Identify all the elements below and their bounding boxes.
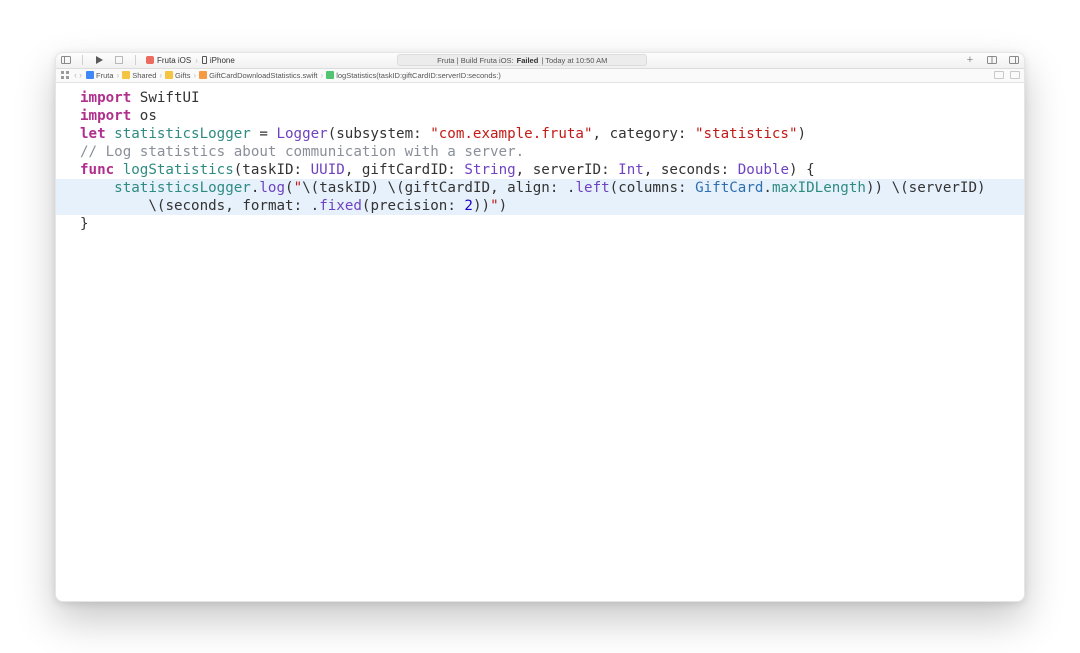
- status-prefix: Fruta | Build Fruta iOS:: [437, 56, 514, 65]
- sidebar-toggle-icon[interactable]: [60, 54, 72, 66]
- function-icon: [326, 71, 334, 79]
- library-icon[interactable]: [986, 54, 998, 66]
- code-line-highlighted: \(seconds, format: .fixed(precision: 2))…: [56, 197, 1024, 215]
- code-line: import SwiftUI: [80, 89, 1024, 107]
- chevron-right-icon: ›: [116, 71, 121, 80]
- crumb-file[interactable]: GiftCardDownloadStatistics.swift: [199, 71, 317, 80]
- chevron-right-icon: ›: [320, 71, 325, 80]
- crumb-folder-shared[interactable]: Shared: [122, 71, 156, 80]
- code-line: }: [80, 215, 1024, 233]
- chevron-right-icon: ›: [158, 71, 163, 80]
- breadcrumb[interactable]: Fruta › Shared › Gifts › GiftCardDownloa…: [86, 71, 501, 80]
- stop-button-icon[interactable]: [113, 54, 125, 66]
- add-icon[interactable]: +: [964, 54, 976, 66]
- run-button-icon[interactable]: [93, 54, 105, 66]
- chevron-right-icon: ›: [194, 56, 199, 65]
- app-icon: [146, 56, 154, 64]
- nav-forward-icon[interactable]: ›: [79, 71, 82, 80]
- inspector-toggle-icon[interactable]: [1008, 54, 1020, 66]
- crumb-symbol[interactable]: logStatistics(taskID:giftCardID:serverID…: [326, 71, 501, 80]
- code-line-highlighted: statisticsLogger.log("\(taskID) \(giftCa…: [56, 179, 1024, 197]
- editor-options-icon[interactable]: [1010, 71, 1020, 79]
- chevron-right-icon: ›: [192, 71, 197, 80]
- nav-arrows: ‹ ›: [74, 71, 82, 80]
- toolbar-separator: [135, 55, 136, 65]
- device-icon: [202, 56, 207, 64]
- code-editor[interactable]: import SwiftUI import os let statisticsL…: [56, 83, 1024, 601]
- nav-back-icon[interactable]: ‹: [74, 71, 77, 80]
- jump-bar-right: [994, 71, 1020, 79]
- code-line: import os: [80, 107, 1024, 125]
- crumb-project[interactable]: Fruta: [86, 71, 114, 80]
- toolbar: Fruta iOS › iPhone Fruta | Build Fruta i…: [56, 53, 1024, 69]
- swift-file-icon: [199, 71, 207, 79]
- toolbar-separator: [82, 55, 83, 65]
- folder-icon: [122, 71, 130, 79]
- scheme-name: Fruta iOS: [157, 56, 191, 65]
- status-time: | Today at 10:50 AM: [541, 56, 607, 65]
- xcode-window: Fruta iOS › iPhone Fruta | Build Fruta i…: [55, 52, 1025, 602]
- toolbar-right: +: [964, 54, 1020, 66]
- code-line: func logStatistics(taskID: UUID, giftCar…: [80, 161, 1024, 179]
- status-result: Failed: [517, 56, 539, 65]
- editor-mode-icon[interactable]: [994, 71, 1004, 79]
- activity-status[interactable]: Fruta | Build Fruta iOS: Failed | Today …: [397, 54, 647, 66]
- code-line: let statisticsLogger = Logger(subsystem:…: [80, 125, 1024, 143]
- crumb-folder-gifts[interactable]: Gifts: [165, 71, 190, 80]
- project-icon: [86, 71, 94, 79]
- device-name: iPhone: [210, 56, 235, 65]
- related-items-icon[interactable]: [60, 69, 70, 81]
- jump-bar: ‹ › Fruta › Shared › Gifts › GiftCardDow…: [56, 69, 1024, 83]
- folder-icon: [165, 71, 173, 79]
- scheme-selector[interactable]: Fruta iOS › iPhone: [146, 56, 235, 65]
- code-line: // Log statistics about communication wi…: [80, 143, 1024, 161]
